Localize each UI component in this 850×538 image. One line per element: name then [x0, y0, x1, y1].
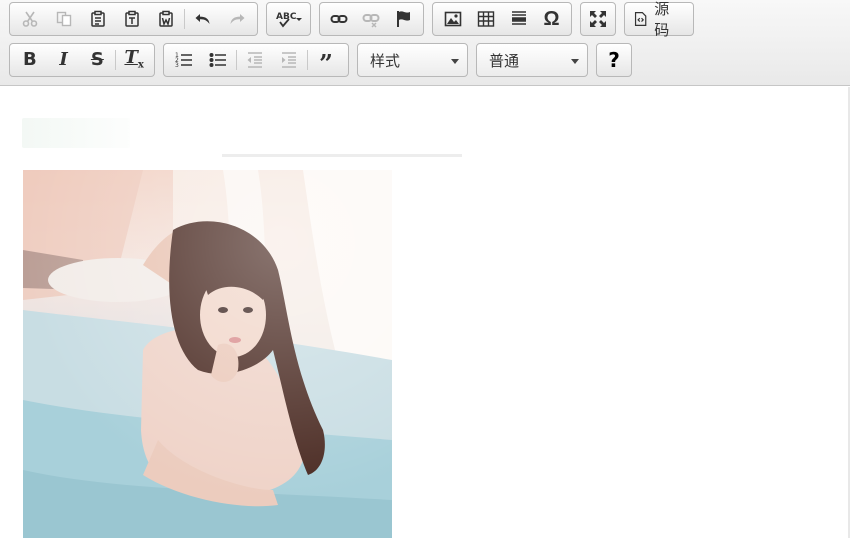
numbered-list-button[interactable]: 123 — [167, 45, 201, 75]
remove-format-button[interactable]: Tx — [117, 45, 151, 75]
bulleted-list-button[interactable] — [201, 45, 235, 75]
paste-word-button[interactable] — [149, 4, 183, 34]
unlink-button[interactable] — [355, 4, 387, 34]
toolbar-separator — [307, 50, 308, 70]
source-button[interactable]: 源码 — [624, 1, 694, 39]
svg-text:ABC: ABC — [276, 12, 297, 22]
scissors-icon — [22, 11, 38, 27]
strike-icon: S — [90, 49, 104, 70]
chevron-down-icon — [571, 59, 579, 64]
faint-placeholder-line — [222, 154, 462, 157]
outdent-button[interactable] — [238, 45, 272, 75]
maximize-group — [580, 2, 616, 36]
clipboard-group — [9, 2, 258, 36]
flag-icon — [396, 11, 410, 27]
help-button[interactable]: ? — [596, 43, 632, 77]
basicstyles-group: B I S Tx — [9, 43, 155, 77]
photo-image — [23, 170, 392, 538]
copy-button[interactable] — [47, 4, 81, 34]
link-button[interactable] — [323, 4, 355, 34]
spellcheck-button[interactable]: ABC — [270, 4, 307, 34]
bold-icon: B — [23, 49, 37, 70]
redo-button[interactable] — [220, 4, 254, 34]
paste-word-icon — [159, 10, 173, 27]
italic-button[interactable]: I — [47, 45, 81, 75]
blockquote-button[interactable]: ” — [309, 45, 343, 79]
bold-button[interactable]: B — [13, 45, 47, 75]
italic-icon: I — [59, 49, 68, 70]
toolbar-separator — [236, 50, 237, 70]
link-group — [319, 2, 424, 36]
table-button[interactable] — [469, 4, 502, 34]
source-icon — [634, 12, 647, 26]
indent-button[interactable] — [272, 45, 306, 75]
paragraph-group: 123 ” — [163, 43, 349, 77]
remove-format-icon: Tx — [124, 47, 144, 71]
styles-combo-value: 样式 — [370, 52, 401, 70]
faint-placeholder-block — [22, 118, 130, 148]
chevron-down-icon — [451, 59, 459, 64]
indent-icon — [282, 52, 296, 68]
insert-group: Ω — [432, 2, 572, 36]
editor-toolbar: ABC Ω 源码 B I S Tx 1 2 3 ” 样式 普通 ? — [0, 0, 850, 86]
blockquote-icon: ” — [319, 49, 333, 79]
special-char-button[interactable]: Ω — [535, 4, 568, 34]
strike-button[interactable]: S — [81, 45, 115, 75]
copy-icon — [56, 11, 72, 27]
paste-icon — [91, 10, 105, 27]
omega-icon: Ω — [543, 8, 560, 30]
numbered-list-icon: 123 — [175, 52, 192, 69]
content-photo[interactable] — [23, 170, 392, 538]
svg-text:3: 3 — [175, 62, 179, 69]
styles-combo[interactable]: 样式 — [357, 43, 468, 77]
table-icon — [477, 11, 494, 27]
spellcheck-icon: ABC — [276, 12, 302, 28]
redo-icon — [230, 14, 245, 24]
image-button[interactable] — [436, 4, 469, 34]
help-icon: ? — [608, 48, 620, 72]
link-icon — [330, 15, 348, 23]
toolbar-separator — [115, 50, 117, 70]
paste-text-icon — [125, 10, 139, 27]
undo-icon — [195, 14, 210, 24]
toolbar-separator — [184, 9, 185, 29]
spellcheck-group: ABC — [266, 2, 311, 36]
rich-text-editor: ABC Ω 源码 B I S Tx 1 2 3 ” 样式 普通 ? — [0, 0, 850, 538]
outdent-icon — [247, 52, 262, 68]
horizontal-rule-button[interactable] — [502, 4, 535, 34]
unlink-icon — [362, 14, 380, 28]
anchor-button[interactable] — [388, 4, 420, 34]
source-button-label: 源码 — [654, 1, 670, 39]
bulleted-list-icon — [209, 53, 226, 67]
horizontal-rule-icon — [511, 11, 526, 25]
image-icon — [444, 11, 461, 27]
format-combo-value: 普通 — [489, 52, 520, 70]
format-combo[interactable]: 普通 — [476, 43, 588, 77]
maximize-icon — [590, 11, 606, 27]
paste-text-button[interactable] — [115, 4, 149, 34]
paste-button[interactable] — [81, 4, 115, 34]
maximize-button[interactable] — [581, 4, 615, 34]
undo-button[interactable] — [186, 4, 220, 34]
cut-button[interactable] — [13, 4, 47, 34]
